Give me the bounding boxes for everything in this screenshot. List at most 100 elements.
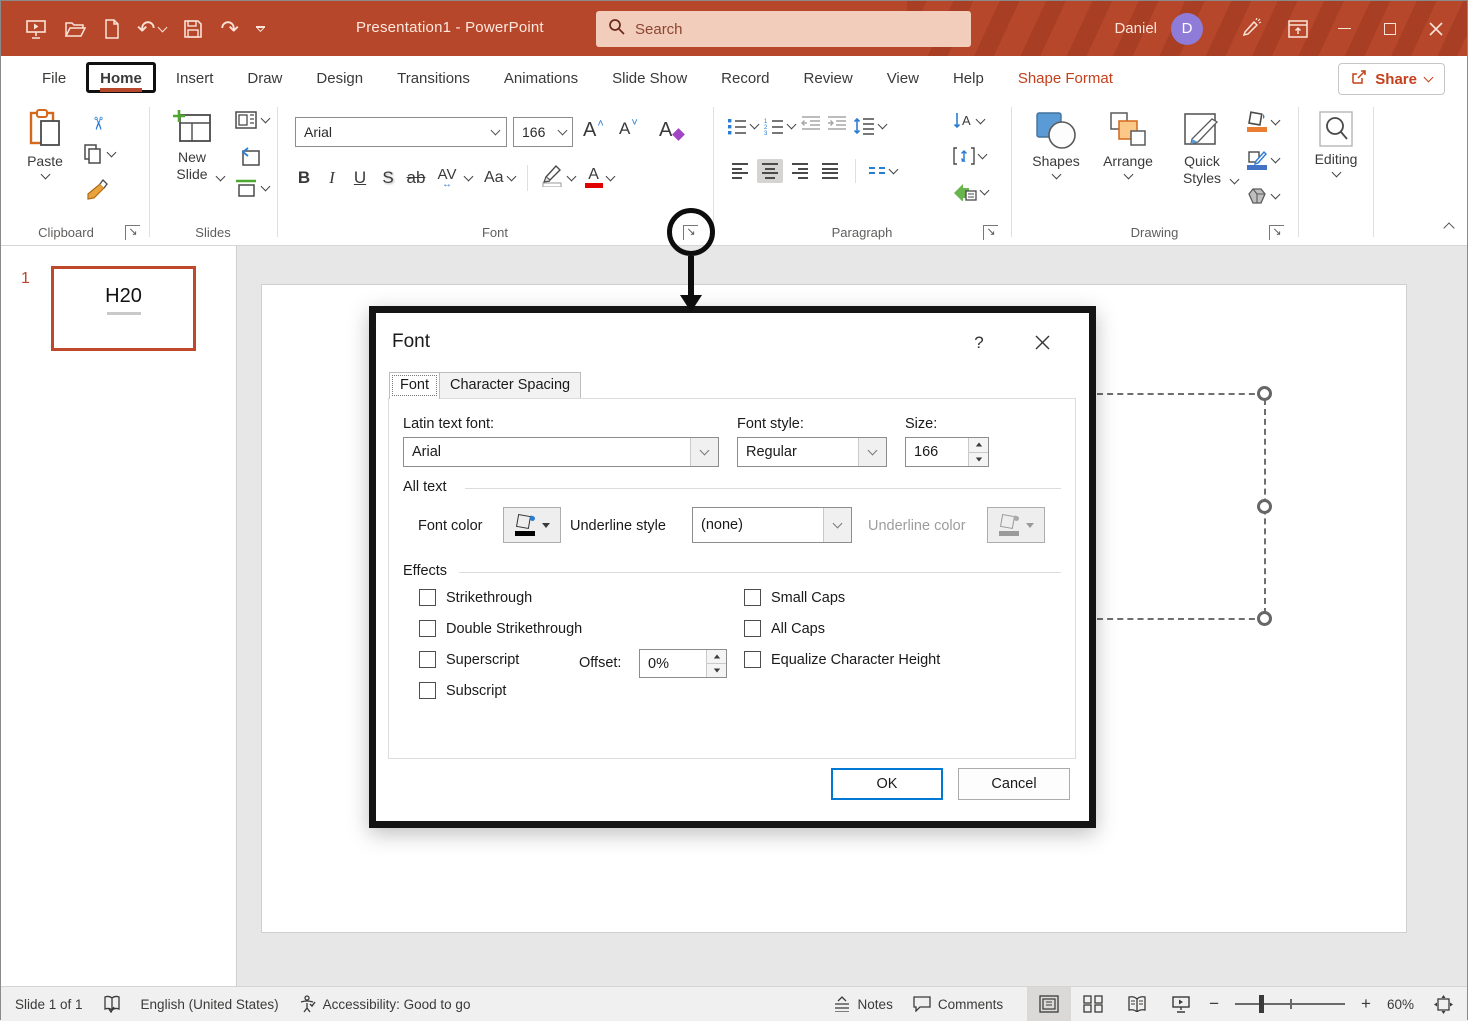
italic-button[interactable]: I (319, 168, 345, 188)
highlight-color-button[interactable] (540, 163, 575, 192)
increase-indent-button[interactable] (827, 115, 847, 136)
resize-handle-bottom-right[interactable] (1257, 611, 1272, 626)
accessibility-checker[interactable]: Accessibility: Good to go (289, 987, 481, 1021)
bullets-button[interactable] (727, 117, 758, 135)
search-box[interactable] (596, 11, 971, 47)
superscript-checkbox-box[interactable] (419, 651, 436, 668)
shape-fill-button[interactable] (1247, 111, 1279, 132)
align-text-button[interactable] (953, 147, 986, 165)
shapes-button[interactable]: Shapes (1025, 111, 1087, 178)
text-shadow-button[interactable]: S (375, 168, 401, 188)
equalize-character-height-checkbox-box[interactable] (744, 651, 761, 668)
line-spacing-button[interactable] (853, 117, 886, 135)
font-name-dropdown[interactable] (484, 118, 506, 146)
tab-transitions[interactable]: Transitions (380, 61, 487, 96)
size-increase-button[interactable] (969, 438, 988, 453)
dialog-help-button[interactable]: ? (968, 333, 990, 353)
bold-button[interactable]: B (291, 168, 317, 188)
checkbox-superscript[interactable]: Superscript (419, 651, 519, 668)
slide-indicator[interactable]: Slide 1 of 1 (1, 987, 93, 1021)
redo-icon[interactable]: ↷ (220, 20, 238, 38)
search-input[interactable] (635, 21, 959, 38)
all-caps-checkbox-box[interactable] (744, 620, 761, 637)
comments-button[interactable]: Comments (903, 987, 1013, 1021)
underline-style-dropdown[interactable] (823, 508, 851, 542)
tab-animations[interactable]: Animations (487, 61, 595, 96)
slideshow-view-button[interactable] (1159, 987, 1203, 1021)
open-file-icon[interactable] (64, 20, 87, 38)
change-case-button[interactable]: Aa (484, 169, 515, 187)
new-file-icon[interactable] (104, 19, 120, 39)
format-painter-button[interactable] (85, 177, 111, 201)
numbering-button[interactable]: 123 (764, 117, 795, 135)
fit-slide-to-window-button[interactable] (1424, 987, 1467, 1021)
decrease-font-size-button[interactable]: A˅ (619, 119, 638, 139)
double-strikethrough-checkbox-box[interactable] (419, 620, 436, 637)
notes-button[interactable]: Notes (823, 987, 903, 1021)
tab-shape-format[interactable]: Shape Format (1001, 61, 1130, 96)
zoom-out-button[interactable]: − (1203, 994, 1225, 1014)
shape-effects-button[interactable] (1247, 187, 1279, 205)
resize-handle-middle-right[interactable] (1257, 499, 1272, 514)
reset-slide-button[interactable] (237, 145, 263, 169)
cut-button[interactable]: ✂ (85, 111, 111, 135)
decrease-indent-button[interactable] (801, 115, 821, 136)
zoom-level[interactable]: 60% (1377, 987, 1424, 1021)
copy-button[interactable] (83, 143, 115, 165)
strikethrough-checkbox-box[interactable] (419, 589, 436, 606)
font-color-picker[interactable] (503, 507, 561, 543)
tab-slide-show[interactable]: Slide Show (595, 61, 704, 96)
increase-font-size-button[interactable]: A˄ (583, 119, 604, 142)
underline-button[interactable]: U (347, 168, 373, 188)
checkbox-strikethrough[interactable]: Strikethrough (419, 589, 532, 606)
align-left-button[interactable] (727, 159, 753, 183)
arrange-button[interactable]: Arrange (1095, 111, 1161, 178)
character-spacing-button[interactable]: AV ↔ (431, 166, 463, 190)
clear-formatting-button[interactable]: A (659, 119, 683, 142)
tab-review[interactable]: Review (787, 61, 870, 96)
checkbox-subscript[interactable]: Subscript (419, 682, 506, 699)
ok-button[interactable]: OK (831, 768, 943, 800)
minimize-button[interactable] (1321, 1, 1367, 56)
drawing-dialog-launcher[interactable]: ↘ (1269, 225, 1284, 240)
underline-style-combobox[interactable]: (none) (692, 507, 852, 543)
strikethrough-button[interactable]: ab (403, 168, 429, 188)
latin-text-font-combobox[interactable]: Arial (403, 437, 719, 467)
zoom-slider-thumb[interactable] (1259, 995, 1264, 1013)
size-spinner[interactable]: 166 (905, 437, 989, 467)
share-button[interactable]: Share (1338, 63, 1445, 95)
align-center-button[interactable] (757, 159, 783, 183)
font-style-combobox[interactable]: Regular (737, 437, 887, 467)
normal-view-button[interactable] (1027, 987, 1071, 1021)
customize-qat-icon[interactable] (256, 26, 265, 31)
checkbox-small-caps[interactable]: Small Caps (744, 589, 845, 606)
tab-design[interactable]: Design (299, 61, 380, 96)
save-icon[interactable] (183, 19, 203, 39)
checkbox-equalize-character-height[interactable]: Equalize Character Height (744, 651, 940, 668)
tab-file[interactable]: File (25, 61, 83, 96)
new-slide-button[interactable]: New Slide (161, 109, 223, 180)
tab-help[interactable]: Help (936, 61, 1001, 96)
slide-sorter-view-button[interactable] (1071, 987, 1115, 1021)
dialog-tab-font[interactable]: Font (389, 372, 440, 399)
spellcheck-button[interactable] (93, 987, 131, 1021)
section-button[interactable] (235, 179, 269, 197)
checkbox-double-strikethrough[interactable]: Double Strikethrough (419, 620, 582, 637)
slide-thumbnail[interactable]: H20 (51, 266, 196, 351)
zoom-slider[interactable] (1235, 1003, 1345, 1005)
user-name[interactable]: Daniel (1114, 20, 1157, 37)
offset-decrease-button[interactable] (707, 664, 726, 677)
avatar[interactable]: D (1171, 13, 1203, 45)
collapse-ribbon-button[interactable] (1445, 219, 1453, 237)
clipboard-dialog-launcher[interactable]: ↘ (125, 225, 140, 240)
resize-handle-top-right[interactable] (1257, 386, 1272, 401)
zoom-in-button[interactable]: + (1355, 994, 1377, 1014)
latin-font-dropdown[interactable] (690, 438, 718, 466)
offset-increase-button[interactable] (707, 650, 726, 664)
font-size-dropdown[interactable] (553, 118, 572, 146)
justify-button[interactable] (817, 159, 843, 183)
text-direction-button[interactable]: A (953, 111, 984, 131)
tab-draw[interactable]: Draw (230, 61, 299, 96)
undo-button[interactable]: ↶ (137, 20, 166, 38)
quick-styles-button[interactable]: Quick Styles (1167, 111, 1237, 183)
